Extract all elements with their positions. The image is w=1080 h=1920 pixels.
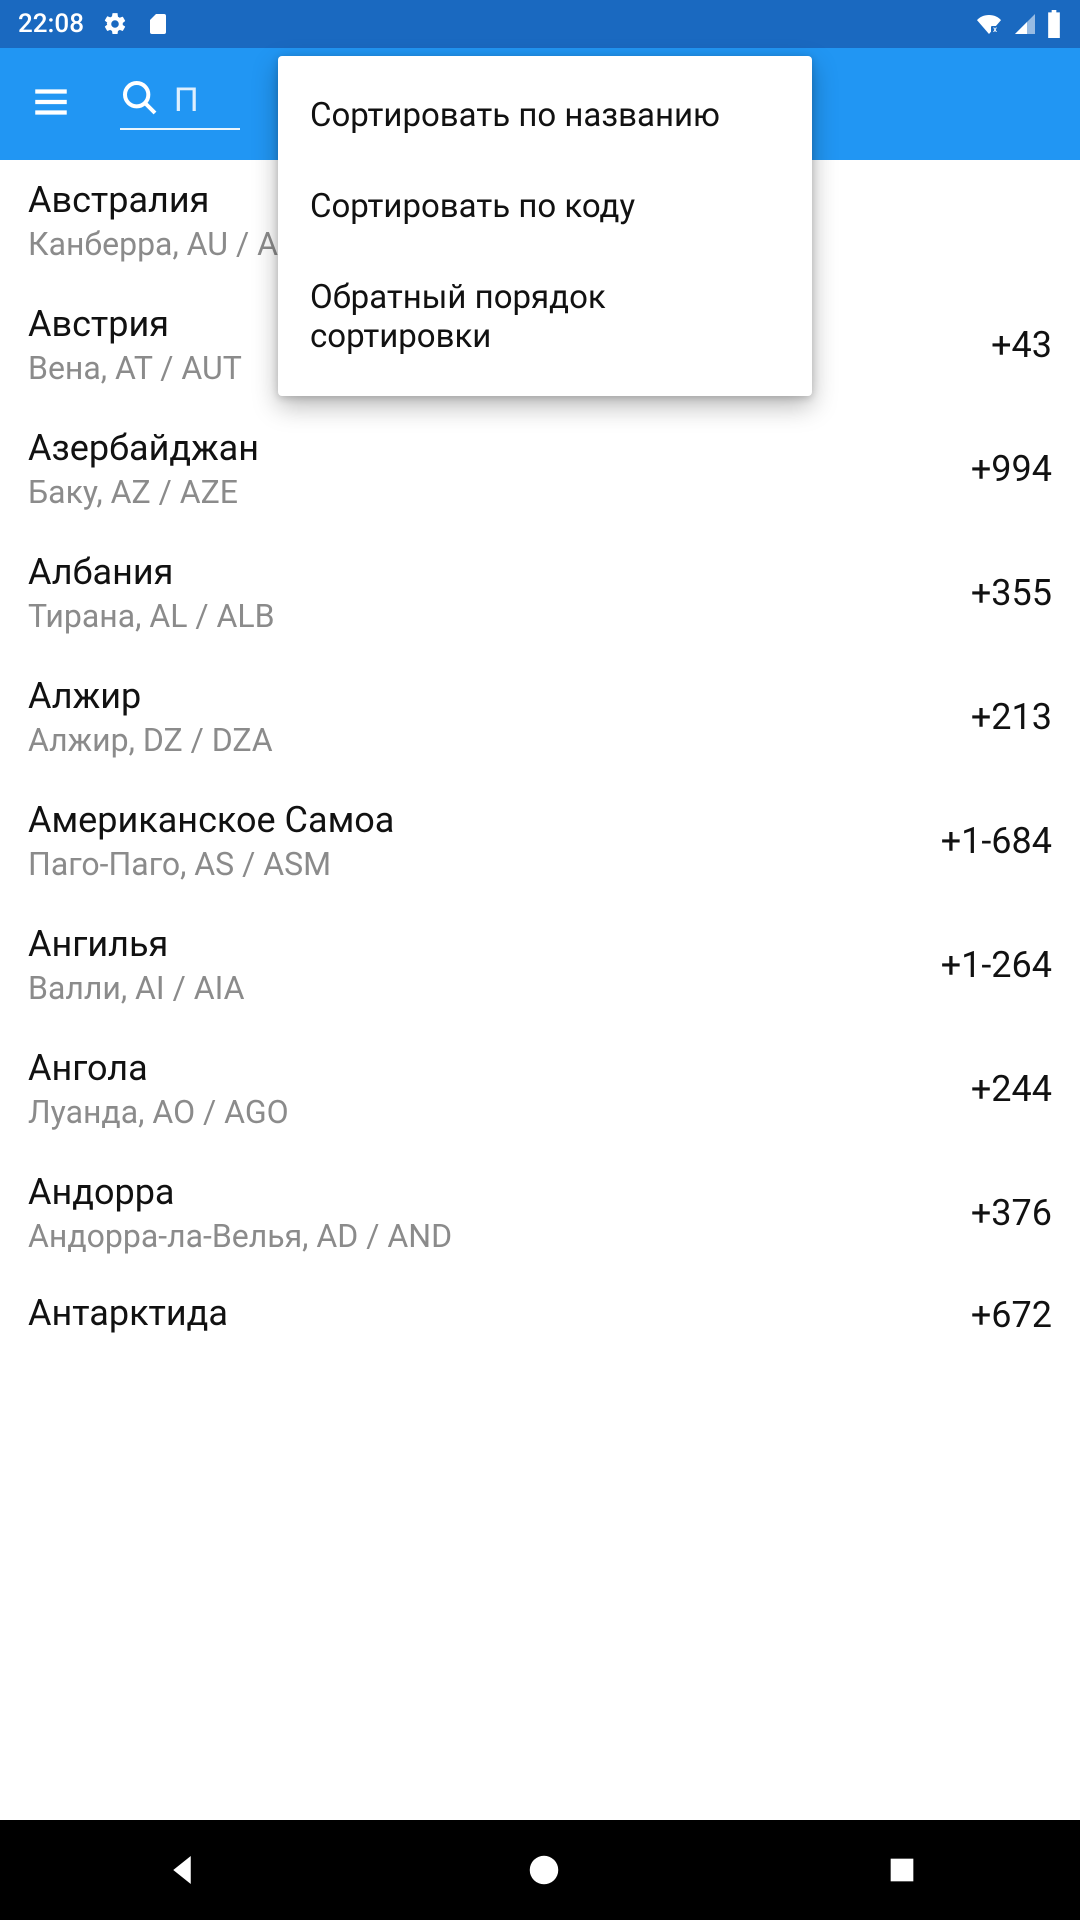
battery-icon [1046, 10, 1062, 38]
country-code: +213 [971, 696, 1052, 738]
country-name: Ангилья [28, 923, 244, 965]
country-name: Алжир [28, 675, 273, 717]
country-sub: Луанда, AO / AGO [28, 1093, 289, 1131]
svg-text:x: x [993, 25, 997, 34]
cell-signal-icon [1012, 12, 1038, 36]
wifi-icon: x [974, 12, 1004, 36]
country-sub: Баку, AZ / AZE [28, 473, 259, 511]
country-name: Ангола [28, 1047, 289, 1089]
status-left: 22:08 [18, 9, 170, 39]
country-sub: Тирана, AL / ALB [28, 597, 275, 635]
list-item[interactable]: Ангола Луанда, AO / AGO +244 [0, 1028, 1080, 1152]
country-sub: Андорра-ла-Велья, AD / AND [28, 1217, 452, 1255]
country-name: Антарктида [28, 1292, 228, 1334]
country-name: Албания [28, 551, 275, 593]
country-name: Австралия [28, 179, 317, 221]
country-name: Андорра [28, 1171, 452, 1213]
country-code: +244 [971, 1068, 1052, 1110]
list-item[interactable]: Ангилья Валли, AI / AIA +1-264 [0, 904, 1080, 1028]
nav-home-icon[interactable] [525, 1851, 563, 1889]
nav-recent-icon[interactable] [885, 1853, 919, 1887]
status-right: x [974, 10, 1062, 38]
sort-popup-menu: Сортировать по названию Сортировать по к… [278, 56, 812, 396]
country-code: +355 [971, 572, 1052, 614]
list-item[interactable]: Албания Тирана, AL / ALB +355 [0, 532, 1080, 656]
country-sub: Алжир, DZ / DZA [28, 721, 273, 759]
sort-by-code-item[interactable]: Сортировать по коду [278, 161, 812, 252]
sort-by-name-item[interactable]: Сортировать по названию [278, 70, 812, 161]
country-list[interactable]: Австралия Канберра, AU / AUS Австрия Вен… [0, 160, 1080, 1820]
sd-card-icon [146, 10, 170, 38]
search-icon [120, 78, 160, 122]
status-time: 22:08 [18, 9, 84, 39]
country-code: +1-684 [941, 820, 1052, 862]
hamburger-menu-icon[interactable] [30, 81, 72, 127]
list-item[interactable]: Алжир Алжир, DZ / DZA +213 [0, 656, 1080, 780]
country-name: Американское Самоа [28, 799, 394, 841]
country-sub: Канберра, AU / AUS [28, 225, 317, 263]
reverse-sort-item[interactable]: Обратный порядок сортировки [278, 252, 812, 382]
country-code: +43 [991, 324, 1052, 366]
android-nav-bar [0, 1820, 1080, 1920]
list-item[interactable]: Антарктида +672 [0, 1276, 1080, 1338]
country-code: +376 [971, 1192, 1052, 1234]
search-input[interactable] [174, 81, 234, 120]
country-sub: Валли, AI / AIA [28, 969, 244, 1007]
search-field[interactable] [120, 78, 240, 130]
list-item[interactable]: Американское Самоа Паго-Паго, AS / ASM +… [0, 780, 1080, 904]
list-item[interactable]: Андорра Андорра-ла-Велья, AD / AND +376 [0, 1152, 1080, 1276]
list-item[interactable]: Азербайджан Баку, AZ / AZE +994 [0, 408, 1080, 532]
country-sub: Паго-Паго, AS / ASM [28, 845, 394, 883]
country-code: +994 [971, 448, 1052, 490]
country-sub: Вена, AT / AUT [28, 349, 242, 387]
country-name: Азербайджан [28, 427, 259, 469]
nav-back-icon[interactable] [161, 1849, 203, 1891]
country-code: +1-264 [941, 944, 1052, 986]
country-name: Австрия [28, 303, 242, 345]
status-bar: 22:08 x [0, 0, 1080, 48]
settings-gear-icon [102, 11, 128, 37]
country-code: +672 [971, 1294, 1052, 1336]
